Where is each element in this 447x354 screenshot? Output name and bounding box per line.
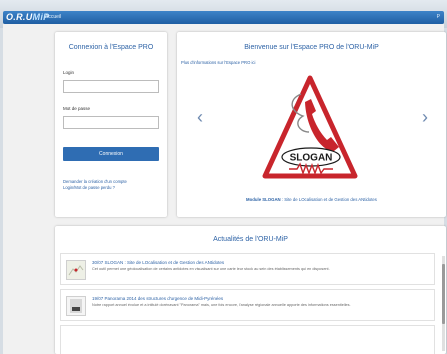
- top-navbar: O.R.UMiP Accueil P: [3, 11, 444, 24]
- map-thumbnail-icon: [67, 261, 85, 279]
- logo-main-text: O.R.U: [6, 12, 33, 22]
- news-panel-title: Actualités de l'ORU-MiP: [213, 236, 288, 243]
- login-panel-title: Connexion à l'Espace PRO: [68, 44, 154, 51]
- news-item[interactable]: 30/07 SLOGAN : Site de LOcalisation et d…: [60, 253, 435, 285]
- news-headline[interactable]: 30/07 SLOGAN : Site de LOcalisation et d…: [92, 260, 224, 265]
- carousel-caption: Module SLOGAN : Site de LOcalisation et …: [177, 197, 446, 202]
- welcome-panel-title: Bienvenue sur l'Espace PRO de l'ORU-MiP: [244, 44, 379, 51]
- espace-pro-info-link[interactable]: Plus d'informations sur l'Espace PRO ici: [181, 60, 255, 65]
- news-item[interactable]: [60, 325, 435, 354]
- news-thumbnail: [66, 296, 86, 316]
- login-button[interactable]: Connexion: [63, 147, 159, 161]
- carousel-caption-description: : Site de LOcalisation et de Gestion des…: [280, 197, 377, 202]
- chevron-right-icon[interactable]: ›: [422, 108, 428, 126]
- news-panel: Actualités de l'ORU-MiP 30/07 SLOGAN : S…: [55, 226, 446, 354]
- slogan-banner-text: SLOGAN: [290, 153, 333, 164]
- login-label: Login: [63, 70, 75, 75]
- news-thumbnail: [66, 260, 86, 280]
- nav-right-link[interactable]: P: [437, 11, 440, 24]
- oru-mip-logo[interactable]: O.R.UMiP: [6, 11, 49, 24]
- welcome-panel: Bienvenue sur l'Espace PRO de l'ORU-MiP …: [177, 32, 446, 217]
- news-headline[interactable]: 19/07 Panorama 2014 des structures d'urg…: [92, 296, 223, 301]
- news-summary: Cet outil permet une géolocalisation de …: [92, 267, 330, 271]
- news-scrollbar-thumb[interactable]: [442, 264, 445, 324]
- password-label: Mot de passe: [63, 106, 91, 111]
- news-list[interactable]: 30/07 SLOGAN : Site de LOcalisation et d…: [60, 253, 440, 354]
- carousel-caption-module: Module SLOGAN: [246, 197, 281, 202]
- request-account-link[interactable]: Demander la création d'un compte: [63, 179, 127, 184]
- news-summary: Notre rapport annuel évolue et a intitul…: [92, 303, 351, 307]
- report-cover-thumbnail-icon: [67, 297, 85, 315]
- news-item[interactable]: 19/07 Panorama 2014 des structures d'urg…: [60, 289, 435, 321]
- password-input[interactable]: [63, 116, 159, 129]
- lost-password-link[interactable]: Login/Mot de passe perdu ?: [63, 185, 115, 190]
- news-scrollbar[interactable]: [442, 256, 445, 351]
- login-input[interactable]: [63, 80, 159, 93]
- chevron-left-icon[interactable]: ‹: [197, 108, 203, 126]
- nav-home-link[interactable]: Accueil: [45, 11, 61, 24]
- slogan-module-logo[interactable]: SLOGAN: [261, 72, 359, 184]
- login-panel: Connexion à l'Espace PRO Login Mot de pa…: [55, 32, 167, 217]
